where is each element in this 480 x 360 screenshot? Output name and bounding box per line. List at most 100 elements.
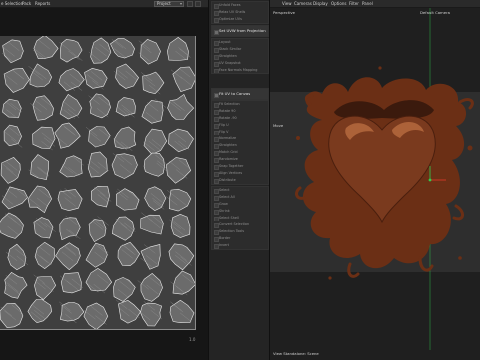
uv-shell[interactable] [116, 188, 140, 211]
uv-shell[interactable] [172, 66, 195, 92]
uv-shell[interactable] [168, 188, 192, 212]
grow-button[interactable]: Grow [212, 201, 268, 208]
uv-shell[interactable] [88, 126, 111, 148]
relax-uv-shells-button[interactable]: Relax UV Shells [212, 9, 268, 16]
uv-shell[interactable] [88, 219, 107, 243]
uv-shell[interactable] [30, 154, 49, 181]
uv-shell[interactable] [143, 128, 168, 155]
normalize-button[interactable]: Normalize [212, 135, 268, 143]
shrink-button[interactable]: Shrink [212, 208, 268, 215]
select-shell-button[interactable]: Select Shell [212, 215, 268, 222]
randomize-button[interactable]: Randomize [212, 156, 268, 164]
uv-tool-button-2[interactable] [195, 1, 201, 7]
uv-shell[interactable] [140, 302, 163, 327]
unfold-faces-button[interactable]: Unfold Faces [212, 2, 268, 9]
uv-shell[interactable] [111, 216, 135, 241]
distribute-button[interactable]: Distribute [212, 177, 268, 184]
uv-shell[interactable] [4, 272, 28, 299]
straighten-shell-button[interactable]: Straighten [212, 142, 268, 150]
uv-shell[interactable] [2, 39, 24, 64]
selection-tools-button[interactable]: Selection Tools [212, 228, 268, 236]
uv-snapshot-button[interactable]: UV Snapshot [212, 60, 268, 67]
uv-shell[interactable] [168, 243, 195, 271]
uv-shell[interactable] [117, 241, 141, 267]
uv-canvas[interactable] [0, 36, 196, 330]
uv-shell[interactable] [59, 155, 83, 178]
uv-shell[interactable] [3, 67, 30, 93]
uv-shell[interactable] [85, 242, 108, 268]
convert-selection-button[interactable]: Convert Selection [212, 221, 268, 229]
flip-v-button[interactable]: Flip V [212, 129, 268, 136]
uv-shell[interactable] [142, 71, 165, 95]
uv-shell[interactable] [85, 268, 113, 292]
uv-shell[interactable] [33, 36, 59, 59]
uv-shell[interactable] [54, 122, 81, 149]
uv-shell[interactable] [140, 244, 161, 270]
rotate-90-button[interactable]: Rotate 90 [212, 108, 268, 115]
uv-shell[interactable] [27, 185, 53, 214]
menu-filter[interactable]: Filter [349, 1, 359, 7]
uv-tool-button-1[interactable] [187, 1, 193, 7]
stack-similar-button[interactable]: Stack Similar [212, 46, 268, 53]
face-normals-mapping-button[interactable]: Face Normals Mapping [212, 67, 268, 74]
uv-shell[interactable] [7, 243, 27, 271]
layout-button[interactable]: Layout [212, 39, 268, 46]
border-button[interactable]: Border [212, 235, 268, 243]
snap-together-button[interactable]: Snap Together [212, 163, 268, 170]
menu-pack[interactable]: Pack [22, 1, 31, 7]
menu-selection[interactable]: e Selection [1, 1, 23, 7]
uv-shell[interactable] [111, 153, 138, 179]
align-vertices-button[interactable]: Align Vertices [212, 170, 268, 177]
uv-shell[interactable] [140, 273, 163, 302]
set-uvw-from-projection-button[interactable]: Set UVW from Projection [212, 26, 268, 36]
uv-shell[interactable] [55, 242, 81, 271]
uv-shell[interactable] [143, 152, 165, 177]
3d-viewport[interactable]: Perspective Default Camera Move View Sta… [270, 8, 480, 360]
uv-shells-layout[interactable] [0, 36, 195, 329]
uv-shell[interactable] [33, 217, 54, 239]
fit-selection-button[interactable]: Fit Selection [212, 101, 268, 108]
uv-shell[interactable] [32, 126, 56, 149]
uv-shell[interactable] [29, 63, 53, 88]
uv-shell[interactable] [84, 67, 108, 89]
project-dropdown[interactable]: Project ▾ [154, 1, 184, 7]
menu-display[interactable]: Display [313, 1, 328, 7]
uv-shell[interactable] [140, 214, 164, 235]
uv-shell[interactable] [34, 241, 56, 269]
fit-uv-to-canvas-button[interactable]: Fit UV to Canvas [212, 89, 268, 99]
menu-panel[interactable]: Panel [362, 1, 373, 7]
uv-shell[interactable] [2, 98, 22, 118]
flip-u-button[interactable]: Flip U [212, 122, 268, 129]
menu-view[interactable]: View [282, 1, 292, 7]
select-all-button[interactable]: Select All [212, 194, 268, 201]
rotate-neg-90-button[interactable]: Rotate -90 [212, 115, 268, 122]
uv-shell[interactable] [59, 39, 83, 63]
invert-button[interactable]: Invert [212, 242, 268, 250]
menu-options[interactable]: Options [331, 1, 346, 7]
uv-shell[interactable] [27, 299, 53, 324]
uv-shell[interactable] [0, 212, 24, 239]
uv-shell[interactable] [167, 93, 195, 120]
uv-shell[interactable] [60, 272, 82, 294]
uv-shell[interactable] [113, 277, 136, 302]
uv-shell[interactable] [166, 37, 189, 61]
uv-shell[interactable] [166, 157, 192, 184]
uv-shell[interactable] [58, 68, 85, 92]
select-button[interactable]: Select [212, 187, 268, 194]
uv-shell[interactable] [89, 93, 111, 119]
uv-shell[interactable] [144, 186, 167, 211]
uv-shell[interactable] [87, 151, 108, 178]
uv-shell[interactable] [172, 270, 195, 295]
uv-shell[interactable] [115, 97, 136, 117]
uv-shell[interactable] [115, 63, 139, 89]
uv-shell[interactable] [1, 186, 28, 210]
uv-shell[interactable] [170, 213, 191, 238]
menu-reports[interactable]: Reports [35, 1, 50, 7]
uv-shell[interactable] [34, 276, 57, 300]
uv-shell[interactable] [168, 128, 194, 153]
uv-editor-panel[interactable]: 1.0 [0, 8, 208, 360]
uv-shell[interactable] [118, 300, 141, 324]
chocolate-heart-render[interactable] [270, 8, 480, 350]
match-grid-button[interactable]: Match Grid [212, 149, 268, 157]
menu-cameras[interactable]: Cameras [294, 1, 312, 7]
